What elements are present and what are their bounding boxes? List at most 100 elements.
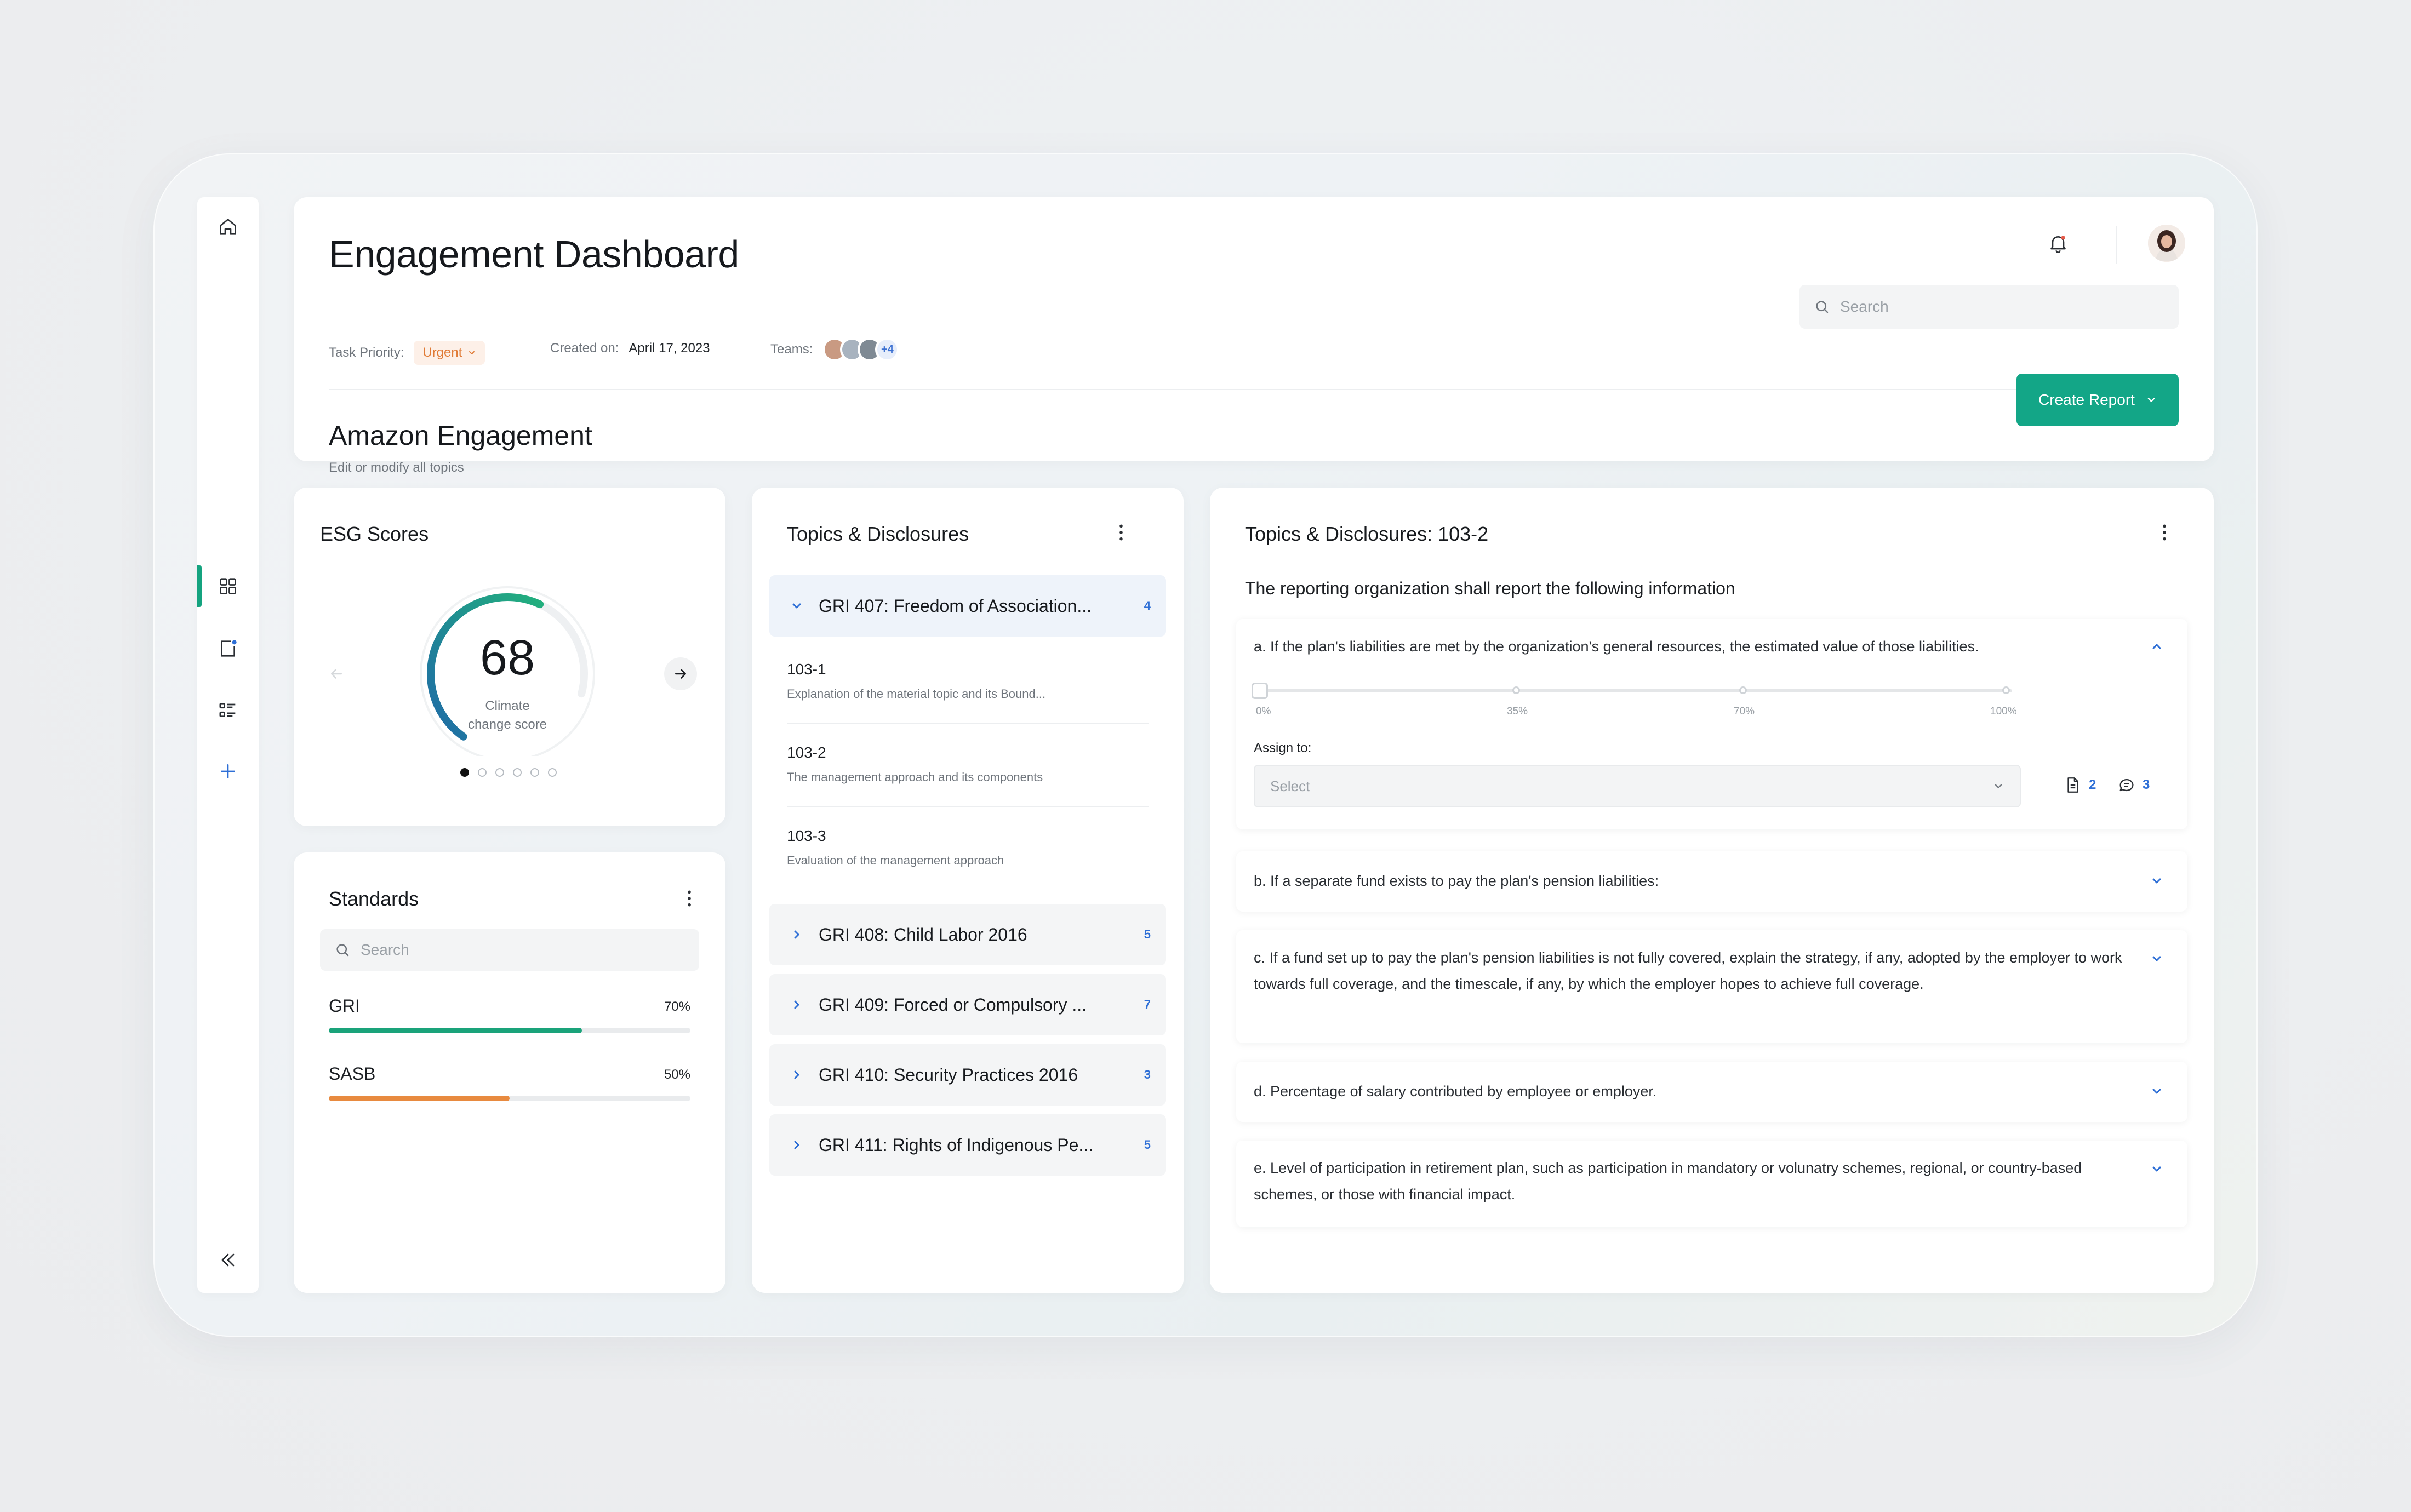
note-icon bbox=[221, 640, 237, 657]
comments-button[interactable]: 3 bbox=[2117, 776, 2150, 794]
create-report-label: Create Report bbox=[2038, 391, 2135, 408]
topics-card: Topics & Disclosures GRI 407: Freedom of… bbox=[752, 488, 1184, 1293]
list-button[interactable] bbox=[197, 688, 259, 732]
topic-group-name: GRI 410: Security Practices 2016 bbox=[819, 1064, 1078, 1085]
question-a: a. If the plan's liabilities are met by … bbox=[1236, 619, 2187, 829]
kebab-icon bbox=[2163, 524, 2166, 541]
collapse-question-button[interactable] bbox=[2148, 638, 2166, 655]
disclosure-code: 103-1 bbox=[787, 661, 826, 678]
topic-group-gri-409[interactable]: GRI 409: Forced or Compulsory ... 7 bbox=[769, 974, 1166, 1035]
assign-select[interactable]: Select bbox=[1254, 765, 2021, 807]
comments-count: 3 bbox=[2143, 777, 2150, 792]
detail-menu-button[interactable] bbox=[2151, 519, 2178, 546]
score-label-line2: change score bbox=[467, 717, 547, 732]
app-frame: Engagement Dashboard Task Priority: Urge… bbox=[153, 153, 2258, 1337]
chevron-down-icon bbox=[1995, 784, 2002, 788]
standards-search-input[interactable]: Search bbox=[320, 929, 699, 971]
slider-label: 100% bbox=[1990, 706, 2017, 717]
topic-group-count: 5 bbox=[1144, 1138, 1151, 1152]
detail-title: Topics & Disclosures: 103-2 bbox=[1245, 523, 1489, 545]
standard-row-sasb[interactable]: SASB 50% bbox=[329, 1064, 690, 1101]
chevron-down-icon bbox=[469, 351, 475, 354]
header-separator bbox=[329, 389, 2179, 390]
notes-button[interactable] bbox=[197, 627, 259, 671]
task-priority-label: Task Priority: bbox=[329, 345, 404, 360]
dashboard-button[interactable] bbox=[197, 564, 259, 608]
next-score-button[interactable] bbox=[664, 657, 697, 690]
engagement-description: Edit or modify all topics bbox=[329, 460, 464, 475]
disclosure-text: Explanation of the material topic and it… bbox=[787, 687, 1046, 701]
collapse-sidebar-button[interactable] bbox=[197, 1238, 259, 1282]
carousel-dot[interactable] bbox=[548, 768, 557, 777]
progress-slider-handle[interactable] bbox=[1252, 683, 1268, 699]
expand-question-button[interactable] bbox=[2148, 1160, 2166, 1178]
carousel-dot[interactable] bbox=[460, 768, 469, 777]
slider-tick bbox=[2002, 686, 2010, 694]
carousel-dot[interactable] bbox=[530, 768, 539, 777]
create-report-button[interactable]: Create Report bbox=[2016, 374, 2179, 426]
topic-group-count: 7 bbox=[1144, 998, 1151, 1011]
detail-intro: The reporting organization shall report … bbox=[1245, 579, 1735, 598]
comment-icon bbox=[2119, 779, 2134, 792]
topic-group-gri-407[interactable]: GRI 407: Freedom of Association... 4 bbox=[769, 575, 1166, 637]
standards-menu-button[interactable] bbox=[676, 885, 702, 912]
search-icon bbox=[336, 944, 349, 957]
question-text: e. Level of participation in retirement … bbox=[1254, 1160, 2082, 1202]
arrow-right-icon bbox=[675, 669, 686, 679]
user-avatar-icon bbox=[2148, 225, 2185, 262]
team-avatars[interactable]: +4 bbox=[822, 337, 900, 362]
header-search-input[interactable]: Search bbox=[1799, 285, 2179, 329]
topic-group-name: GRI 409: Forced or Compulsory ... bbox=[819, 994, 1087, 1015]
add-button[interactable] bbox=[197, 749, 259, 793]
priority-value: Urgent bbox=[422, 345, 462, 360]
expand-question-button[interactable] bbox=[2148, 1083, 2166, 1100]
previous-score-button[interactable] bbox=[320, 657, 353, 690]
home-icon bbox=[220, 219, 236, 235]
slider-tick bbox=[1512, 686, 1520, 694]
topic-group-gri-411[interactable]: GRI 411: Rights of Indigenous Pe... 5 bbox=[769, 1114, 1166, 1176]
standard-percent: 50% bbox=[664, 1067, 690, 1082]
header-search-placeholder: Search bbox=[1840, 298, 1889, 315]
arrow-left-icon bbox=[331, 669, 342, 679]
question-c[interactable]: c. If a fund set up to pay the plan's pe… bbox=[1236, 930, 2187, 1043]
topic-group-name: GRI 411: Rights of Indigenous Pe... bbox=[819, 1135, 1094, 1155]
search-icon bbox=[1816, 301, 1829, 313]
chevron-down-icon bbox=[2152, 1089, 2161, 1094]
disclosure-item-103-2[interactable]: 103-2 The management approach and its co… bbox=[787, 724, 1149, 807]
chevron-right-icon bbox=[789, 1067, 804, 1083]
home-button[interactable] bbox=[197, 205, 259, 249]
question-d[interactable]: d. Percentage of salary contributed by e… bbox=[1236, 1062, 2187, 1122]
kebab-icon bbox=[1119, 524, 1123, 541]
disclosure-item-103-1[interactable]: 103-1 Explanation of the material topic … bbox=[787, 641, 1149, 724]
chevron-right-icon bbox=[789, 927, 804, 942]
progress-slider-track[interactable] bbox=[1256, 689, 2012, 692]
expand-question-button[interactable] bbox=[2148, 872, 2166, 890]
attachments-button[interactable]: 2 bbox=[2064, 776, 2096, 794]
attachments-count: 2 bbox=[2089, 777, 2096, 792]
question-b[interactable]: b. If a separate fund exists to pay the … bbox=[1236, 851, 2187, 912]
sidebar bbox=[197, 197, 259, 1293]
standard-row-gri[interactable]: GRI 70% bbox=[329, 996, 690, 1033]
standard-name: SASB bbox=[329, 1064, 376, 1084]
question-e[interactable]: e. Level of participation in retirement … bbox=[1236, 1141, 2187, 1227]
teams: Teams: +4 bbox=[770, 337, 900, 362]
topic-group-gri-408[interactable]: GRI 408: Child Labor 2016 5 bbox=[769, 904, 1166, 965]
carousel-dot[interactable] bbox=[495, 768, 504, 777]
disclosure-item-103-3[interactable]: 103-3 Evaluation of the management appro… bbox=[787, 807, 1149, 891]
standard-progress-track bbox=[329, 1028, 690, 1033]
notifications-button[interactable] bbox=[2045, 230, 2071, 256]
esg-scores-title: ESG Scores bbox=[320, 523, 429, 545]
user-avatar[interactable] bbox=[2148, 225, 2185, 262]
assign-label: Assign to: bbox=[1254, 741, 1312, 755]
created-value: April 17, 2023 bbox=[629, 341, 710, 356]
topics-menu-button[interactable] bbox=[1108, 519, 1134, 546]
disclosure-text: Evaluation of the management approach bbox=[787, 854, 1004, 867]
carousel-dot[interactable] bbox=[478, 768, 487, 777]
question-text: c. If a fund set up to pay the plan's pe… bbox=[1254, 949, 2122, 992]
carousel-dot[interactable] bbox=[513, 768, 522, 777]
esg-scores-card: ESG Scores 68 Climate change score bbox=[294, 488, 725, 826]
priority-dropdown[interactable]: Urgent bbox=[414, 341, 485, 365]
standard-progress-fill bbox=[329, 1028, 582, 1033]
expand-question-button[interactable] bbox=[2148, 950, 2166, 967]
topic-group-gri-410[interactable]: GRI 410: Security Practices 2016 3 bbox=[769, 1044, 1166, 1106]
